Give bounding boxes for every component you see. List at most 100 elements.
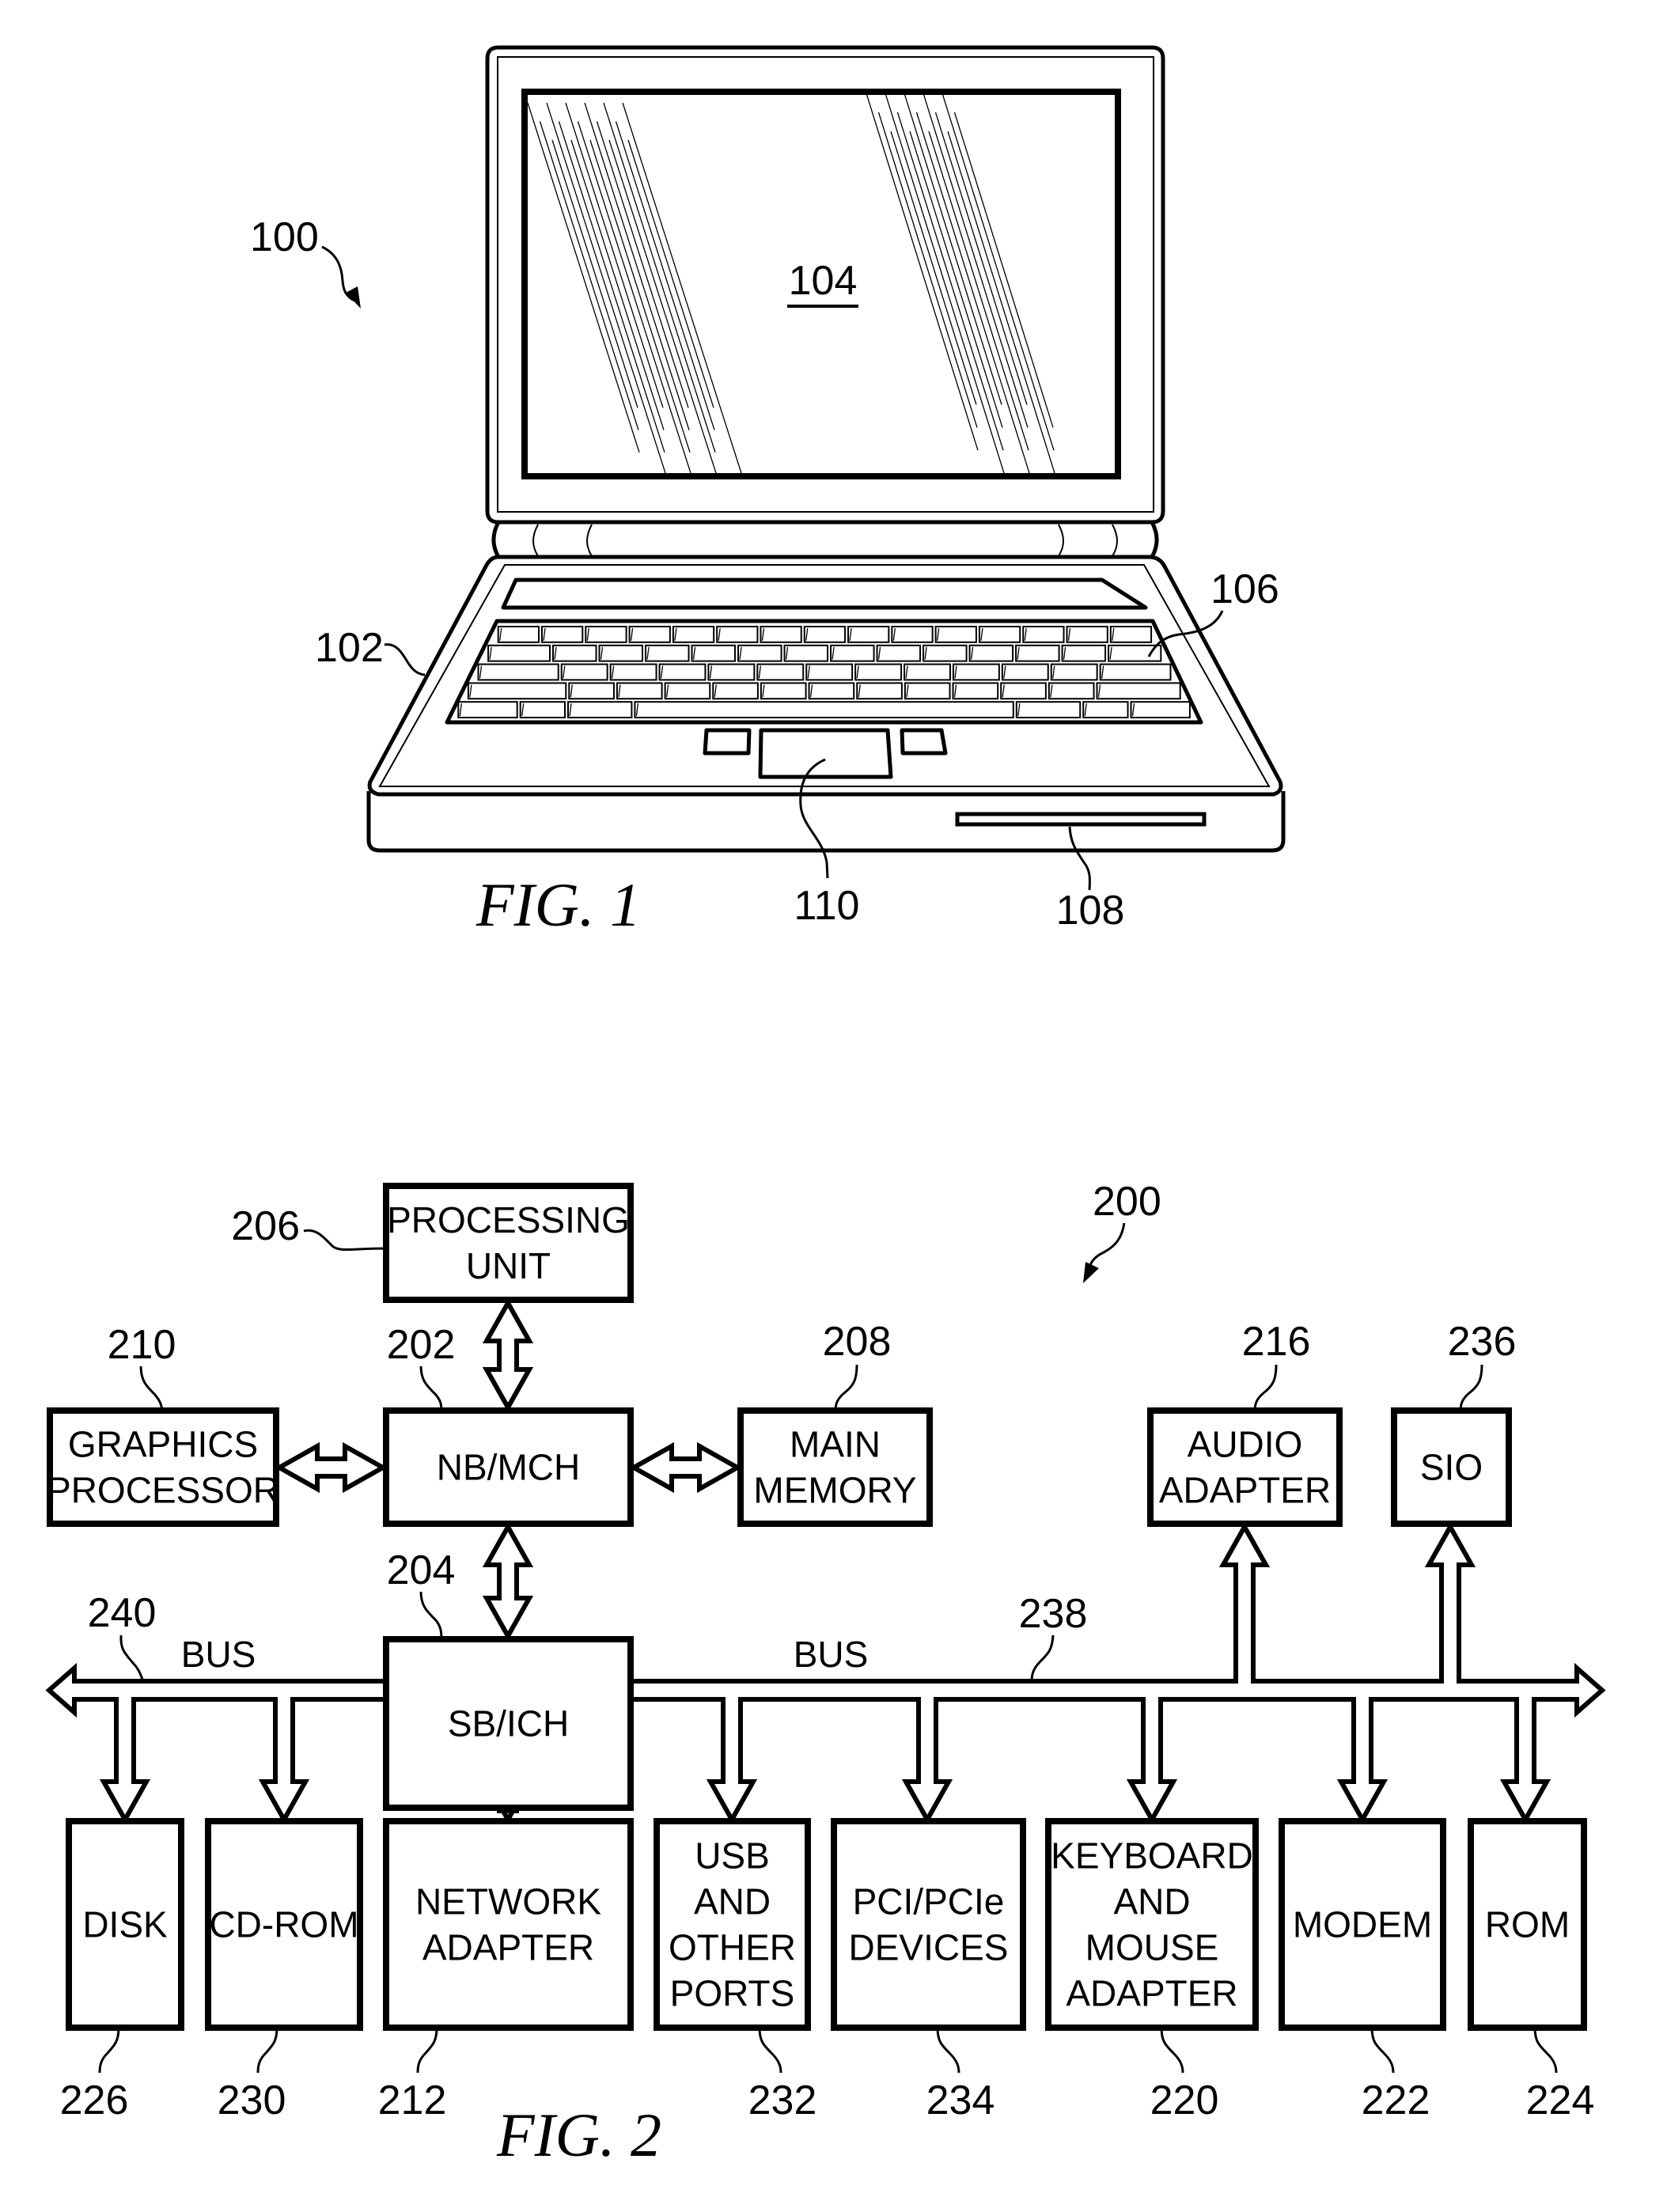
ref-102-label: 102 bbox=[315, 625, 384, 671]
key-bevel bbox=[1017, 646, 1020, 660]
pci-devices-label-line: PCI/PCIe bbox=[853, 1881, 1005, 1922]
key-bevel bbox=[1109, 646, 1112, 660]
ref-108-label: 108 bbox=[1056, 888, 1125, 934]
key-bevel bbox=[521, 703, 525, 717]
key-bevel bbox=[646, 646, 650, 660]
keyboard-key bbox=[808, 682, 855, 700]
key-bevel bbox=[554, 646, 557, 660]
key-bevel bbox=[692, 646, 696, 660]
ref-232-leader bbox=[758, 2027, 782, 2074]
ref-104-label: 104 bbox=[789, 258, 858, 304]
keyboard-key bbox=[566, 701, 633, 719]
keyboard-key bbox=[1096, 682, 1181, 700]
key-bevel bbox=[953, 684, 957, 698]
keyboard-key bbox=[1108, 644, 1162, 662]
keyboard-key bbox=[467, 682, 567, 700]
ref-210-leader bbox=[139, 1365, 164, 1411]
nb-mch-label-line: NB/MCH bbox=[437, 1447, 580, 1488]
figure-2-caption: FIG. 2 bbox=[496, 2100, 661, 2169]
rom-label-line: ROM bbox=[1485, 1904, 1570, 1945]
ref-230-leader bbox=[256, 2027, 278, 2074]
key-bevel bbox=[570, 684, 573, 698]
keyboard-mouse-adapter-label-line: AND bbox=[1113, 1881, 1190, 1922]
keyboard-key bbox=[716, 626, 759, 643]
key-bevel bbox=[849, 627, 852, 641]
base-deck-outline bbox=[367, 555, 1283, 797]
ref-238-leader bbox=[1030, 1634, 1055, 1682]
key-bevel bbox=[807, 665, 810, 679]
ref-208-label: 208 bbox=[823, 1319, 892, 1365]
ref-200-arrow-curve bbox=[1088, 1222, 1126, 1273]
ref-202-label: 202 bbox=[387, 1322, 456, 1368]
keyboard-key bbox=[1130, 701, 1191, 719]
keyboard-key bbox=[904, 663, 951, 681]
keyboard-keys bbox=[457, 626, 1191, 719]
hinge-left-edge bbox=[491, 521, 501, 559]
keyboard-key bbox=[487, 644, 551, 662]
block-sio: SIO 236 bbox=[1391, 1319, 1516, 1527]
key-bevel bbox=[924, 646, 927, 660]
main-memory-label-line: MEMORY bbox=[753, 1470, 916, 1511]
key-bevel bbox=[980, 627, 983, 641]
key-bevel bbox=[1131, 703, 1135, 717]
modem-label-line: MODEM bbox=[1293, 1904, 1432, 1945]
ref-220-leader bbox=[1160, 2027, 1184, 2074]
key-bevel bbox=[936, 627, 940, 641]
usb-ports-label-line: AND bbox=[694, 1881, 771, 1922]
usb-ports-label-line: USB bbox=[695, 1835, 770, 1877]
usb-ports-label-line: OTHER bbox=[669, 1927, 796, 1968]
key-bevel bbox=[635, 703, 639, 717]
keyboard-key bbox=[658, 663, 707, 681]
keyboard-key bbox=[847, 626, 890, 643]
keyboard-key bbox=[645, 644, 690, 662]
key-bevel bbox=[1002, 684, 1005, 698]
block-processing-unit: PROCESSING UNIT 206 bbox=[231, 1183, 634, 1303]
key-bevel bbox=[906, 684, 909, 698]
ref-238-label: 238 bbox=[1019, 1591, 1088, 1637]
key-bevel bbox=[1067, 627, 1071, 641]
keyboard-key bbox=[1099, 663, 1172, 681]
keyboard-key bbox=[598, 644, 644, 662]
ref-224-leader bbox=[1533, 2027, 1558, 2074]
keyboard-key bbox=[1048, 682, 1095, 700]
key-bevel bbox=[469, 684, 472, 698]
usb-ports-label-line: PORTS bbox=[670, 1973, 795, 2014]
keyboard-key bbox=[664, 682, 711, 700]
key-bevel bbox=[709, 665, 713, 679]
ref-240-label: 240 bbox=[88, 1590, 157, 1636]
key-bevel bbox=[1097, 684, 1101, 698]
ref-216-label: 216 bbox=[1242, 1319, 1311, 1365]
disk-label-line: DISK bbox=[82, 1904, 168, 1945]
block-network-adapter: NETWORK ADAPTER 212 bbox=[378, 1818, 634, 2123]
ref-224-label: 224 bbox=[1526, 2078, 1595, 2123]
keyboard-key bbox=[457, 701, 518, 719]
ref-210-label: 210 bbox=[108, 1322, 176, 1368]
key-bevel bbox=[569, 703, 572, 717]
sio-label-line: SIO bbox=[1420, 1447, 1483, 1488]
keyboard-key bbox=[803, 626, 847, 643]
keyboard-mouse-adapter-label-line: MOUSE bbox=[1085, 1927, 1219, 1968]
ref-204-label: 204 bbox=[387, 1547, 456, 1593]
keyboard-key bbox=[805, 663, 854, 681]
ref-212-label: 212 bbox=[378, 2078, 447, 2123]
figure-2-block-diagram: 200 PROCESSING UNIT 206 NB/MCH 202 GRAPHICS PR… bbox=[45, 1179, 1606, 2169]
block-rom: ROM 224 bbox=[1468, 1818, 1595, 2123]
hinge-right-edge bbox=[1150, 521, 1159, 559]
cd-rom-label-line: CD-ROM bbox=[209, 1904, 358, 1945]
ref-200-arrowhead-icon bbox=[1083, 1262, 1099, 1283]
ref-236-leader bbox=[1459, 1364, 1483, 1411]
ref-208-leader bbox=[834, 1364, 858, 1411]
figure-1-laptop: 100 104 106 110 108 102 FIG. 1 bbox=[250, 45, 1286, 939]
bus-left-label: BUS bbox=[181, 1634, 256, 1675]
block-main-memory: MAIN MEMORY 208 bbox=[737, 1319, 933, 1527]
keyboard-key bbox=[691, 644, 737, 662]
ref-200-label: 200 bbox=[1093, 1179, 1161, 1225]
keyboard-key bbox=[552, 644, 597, 662]
block-audio-adapter: AUDIO ADAPTER 216 bbox=[1147, 1319, 1343, 1527]
ref-232-label: 232 bbox=[748, 2078, 817, 2123]
keyboard-key bbox=[891, 626, 934, 643]
hinge-line bbox=[1112, 524, 1118, 557]
key-bevel bbox=[805, 627, 809, 641]
key-bevel bbox=[1063, 646, 1067, 660]
key-bevel bbox=[1003, 665, 1006, 679]
